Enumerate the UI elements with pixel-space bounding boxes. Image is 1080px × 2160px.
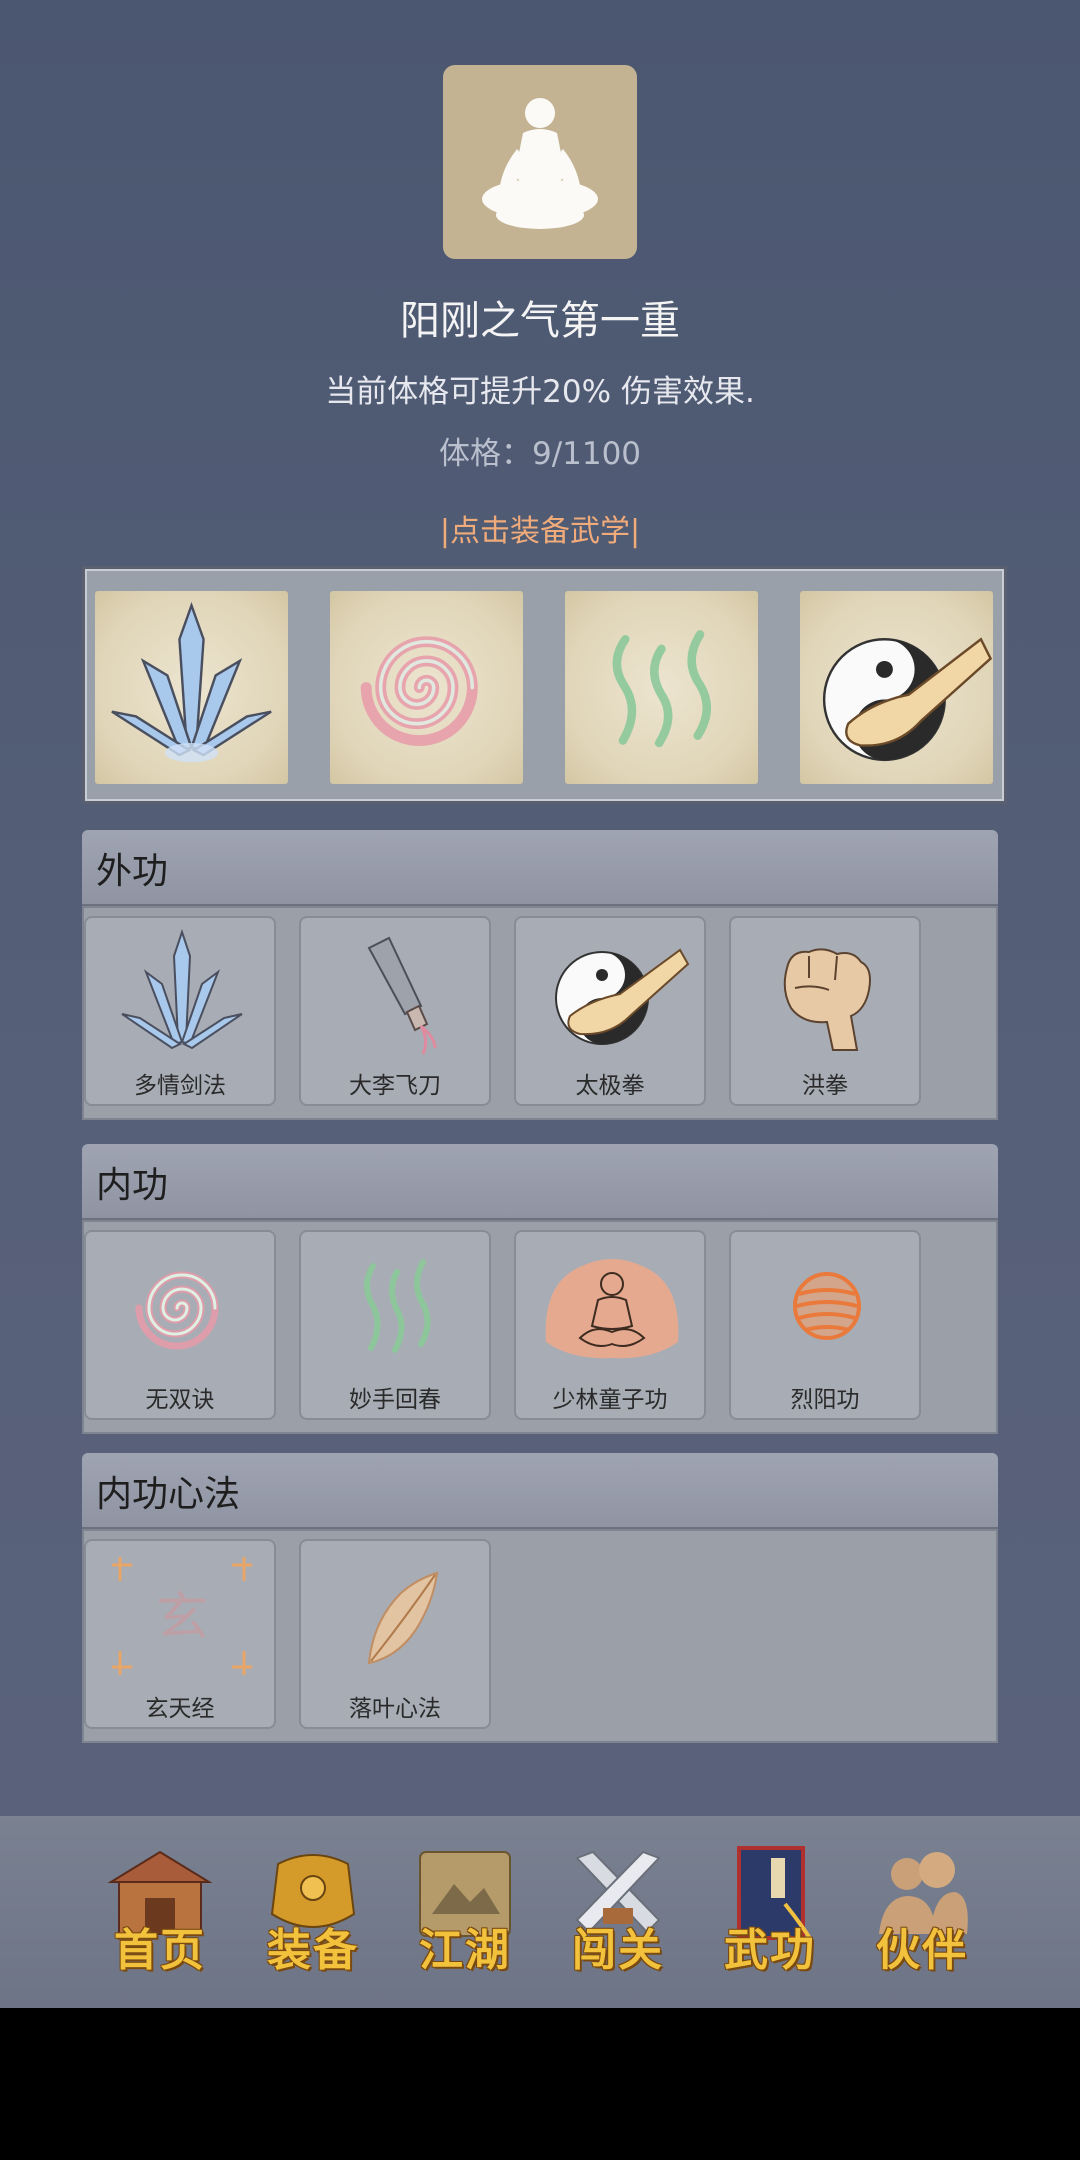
skill-card[interactable]: 妙手回春 <box>299 1230 491 1420</box>
nav-home[interactable]: 首页 <box>95 1844 225 1984</box>
bottom-nav: 首页 装备 江湖 闯关 武功 伙伴 <box>0 1816 1080 2008</box>
martial-arts-screen: 阳刚之气第一重 当前体格可提升20% 伤害效果. 体格：9/1100 |点击装备… <box>0 0 1080 2008</box>
flying-knife-icon <box>367 936 437 1055</box>
nav-partners[interactable]: 伙伴 <box>857 1844 987 1984</box>
meditation-avatar <box>443 65 637 259</box>
section-header-waigong: 外功 <box>82 830 998 906</box>
nav-martial-arts[interactable]: 武功 <box>705 1844 835 1984</box>
meditation-figure-icon <box>482 98 598 229</box>
section-header-neigong: 内功 <box>82 1144 998 1220</box>
equipped-skills-bar <box>82 566 1007 804</box>
section-body-neigong: 无双诀 妙手回春 少林童子功 烈阳功 <box>82 1220 998 1434</box>
skill-card[interactable]: 无双诀 <box>84 1230 276 1420</box>
skill-card[interactable]: 玄 玄天经 <box>84 1539 276 1729</box>
taiji-fist-icon <box>822 637 993 762</box>
skill-label: 烈阳功 <box>790 1387 860 1413</box>
monk-icon <box>545 1259 679 1359</box>
skill-label: 落叶心法 <box>349 1696 441 1722</box>
nav-label: 装备 <box>267 1925 359 1976</box>
equip-martial-arts-link[interactable]: |点击装备武学| <box>0 506 1080 550</box>
skill-label: 少林童子功 <box>552 1387 668 1413</box>
equipped-slot-1[interactable] <box>95 591 288 784</box>
skill-label: 多情剑法 <box>134 1073 226 1099</box>
equipped-slot-4[interactable] <box>800 591 993 784</box>
skill-label: 无双诀 <box>145 1387 215 1413</box>
equipped-slot-3[interactable] <box>565 591 758 784</box>
nav-jianghu[interactable]: 江湖 <box>400 1844 530 1984</box>
skill-title: 阳刚之气第一重 <box>400 298 680 344</box>
green-waves-icon <box>612 630 711 748</box>
skill-label: 玄天经 <box>145 1696 215 1722</box>
skill-card[interactable]: 烈阳功 <box>729 1230 921 1420</box>
skill-card[interactable]: 多情剑法 <box>84 916 276 1106</box>
section-title: 外功 <box>96 851 169 892</box>
skill-label: 洪拳 <box>802 1073 848 1099</box>
bottom-black-area <box>0 2008 1080 2160</box>
fist-icon <box>783 948 871 1051</box>
constitution-stat: 体格：9/1100 <box>438 436 642 472</box>
nav-label: 江湖 <box>419 1925 511 1976</box>
falling-leaf-icon <box>367 1571 439 1665</box>
skill-label: 太极拳 <box>575 1073 645 1099</box>
blue-crystal-blades-icon <box>121 928 243 1050</box>
skill-card[interactable]: 少林童子功 <box>514 1230 706 1420</box>
nav-label: 闯关 <box>572 1925 664 1976</box>
skill-card[interactable]: 洪拳 <box>729 916 921 1106</box>
xuan-scroll-icon: 玄 <box>112 1557 252 1675</box>
blue-crystal-blades-icon <box>111 601 272 763</box>
green-waves-icon <box>364 1259 431 1353</box>
nav-equipment[interactable]: 装备 <box>248 1844 378 1984</box>
nav-label: 武功 <box>724 1925 816 1976</box>
skill-card[interactable]: 落叶心法 <box>299 1539 491 1729</box>
nav-label: 首页 <box>114 1925 206 1976</box>
section-header-neigong-xinfa: 内功心法 <box>82 1453 998 1529</box>
taiji-fist-icon <box>555 948 690 1045</box>
section-body-waigong: 多情剑法 大李飞刀 太极拳 洪拳 <box>82 906 998 1120</box>
nav-challenge[interactable]: 闯关 <box>553 1844 683 1984</box>
skill-card[interactable]: 大李飞刀 <box>299 916 491 1106</box>
skill-description: 当前体格可提升20% 伤害效果. <box>325 374 755 410</box>
fire-orb-icon <box>793 1272 861 1340</box>
nav-label: 伙伴 <box>876 1925 968 1976</box>
pink-swirl-icon <box>360 636 478 746</box>
pink-swirl-icon <box>135 1271 219 1350</box>
section-title: 内功心法 <box>96 1474 241 1515</box>
skill-label: 妙手回春 <box>349 1387 441 1413</box>
equipped-slot-2[interactable] <box>330 591 523 784</box>
xuan-glyph: 玄 <box>156 1588 208 1648</box>
section-title: 内功 <box>96 1165 169 1206</box>
skill-card[interactable]: 太极拳 <box>514 916 706 1106</box>
section-body-neigong-xinfa: 玄 玄天经 落叶心法 <box>82 1529 998 1743</box>
skill-label: 大李飞刀 <box>349 1073 441 1099</box>
